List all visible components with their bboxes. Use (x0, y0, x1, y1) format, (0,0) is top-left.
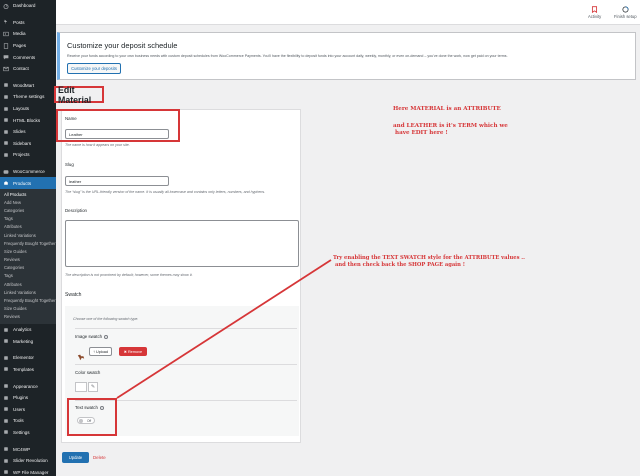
annotation-arrow (116, 259, 332, 399)
